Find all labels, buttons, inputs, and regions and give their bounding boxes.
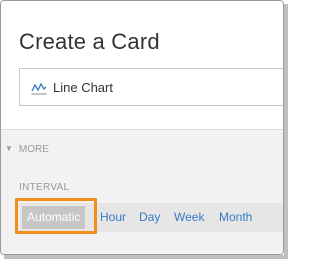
interval-label: INTERVAL: [19, 182, 70, 193]
interval-option-hour[interactable]: Hour: [100, 210, 126, 224]
chart-type-picker[interactable]: Line Chart: [19, 68, 283, 106]
window-shadow-bottom: [4, 255, 288, 259]
line-chart-icon: [31, 81, 47, 100]
interval-option-month[interactable]: Month: [219, 210, 252, 224]
highlight-annotation: [15, 198, 97, 234]
caret-down-icon: ▼: [5, 144, 13, 153]
interval-option-day[interactable]: Day: [139, 210, 160, 224]
chart-type-label: Line Chart: [53, 80, 113, 95]
page-title: Create a Card: [19, 29, 160, 54]
more-toggle[interactable]: ▼ MORE: [5, 144, 49, 155]
card-header-section: Create a Card Line Chart: [1, 1, 283, 129]
window-shadow-right: [284, 4, 288, 259]
interval-option-week[interactable]: Week: [174, 210, 204, 224]
more-options-section: ▼ MORE INTERVAL Automatic Hour Day Week M…: [1, 129, 283, 254]
more-toggle-label: MORE: [18, 144, 49, 155]
